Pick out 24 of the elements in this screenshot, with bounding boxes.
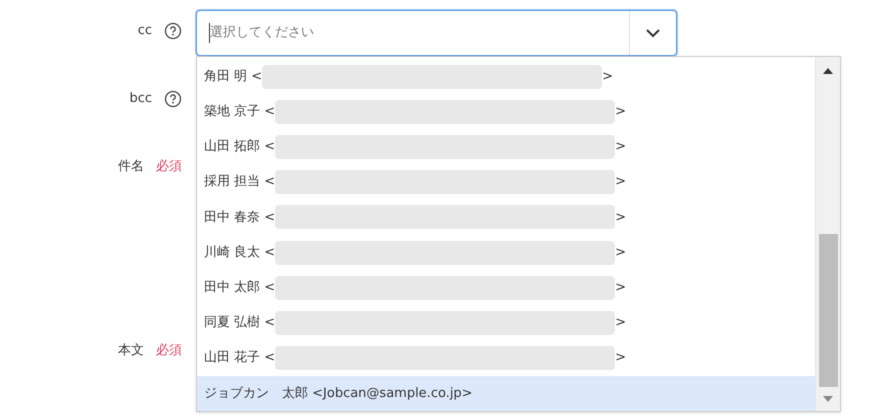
dropdown-option[interactable]: 採用 担当 < > <box>197 164 815 200</box>
dropdown-option[interactable]: 田中 太郎 < > <box>197 270 815 306</box>
field-label: 件名 <box>118 158 144 176</box>
dropdown-option[interactable]: 山田 花子 < > <box>197 340 815 376</box>
help-icon[interactable] <box>164 90 182 108</box>
dropdown-option[interactable]: ジョブカン 太郎 <Jobcan@sample.co.jp> <box>197 376 815 412</box>
field-label: cc <box>138 22 152 40</box>
field-label: bcc <box>129 90 152 108</box>
help-icon[interactable] <box>164 22 182 40</box>
dropdown-option[interactable]: 築地 京子 < > <box>197 94 815 130</box>
dropdown-option[interactable]: 川崎 良太 < > <box>197 235 815 270</box>
dropdown-option[interactable]: 田中 春奈 < > <box>197 200 815 236</box>
scrollbar[interactable] <box>815 57 840 411</box>
scrollbar-thumb[interactable] <box>818 234 838 387</box>
required-label: 必須 <box>156 158 182 176</box>
select-field[interactable]: 選択してください <box>196 10 677 56</box>
required-label: 必須 <box>156 342 182 360</box>
dropdown-option[interactable]: 同夏 弘樹 < > <box>197 305 815 341</box>
scroll-down-icon[interactable] <box>822 395 834 403</box>
dropdown-option[interactable]: 山田 拓郎 < > <box>197 129 815 165</box>
placeholder-text: 選択してください <box>210 24 314 42</box>
dropdown-option[interactable]: 角田 明 < > <box>197 59 815 94</box>
field-label: 本文 <box>118 342 144 360</box>
scroll-up-icon[interactable] <box>822 67 834 75</box>
